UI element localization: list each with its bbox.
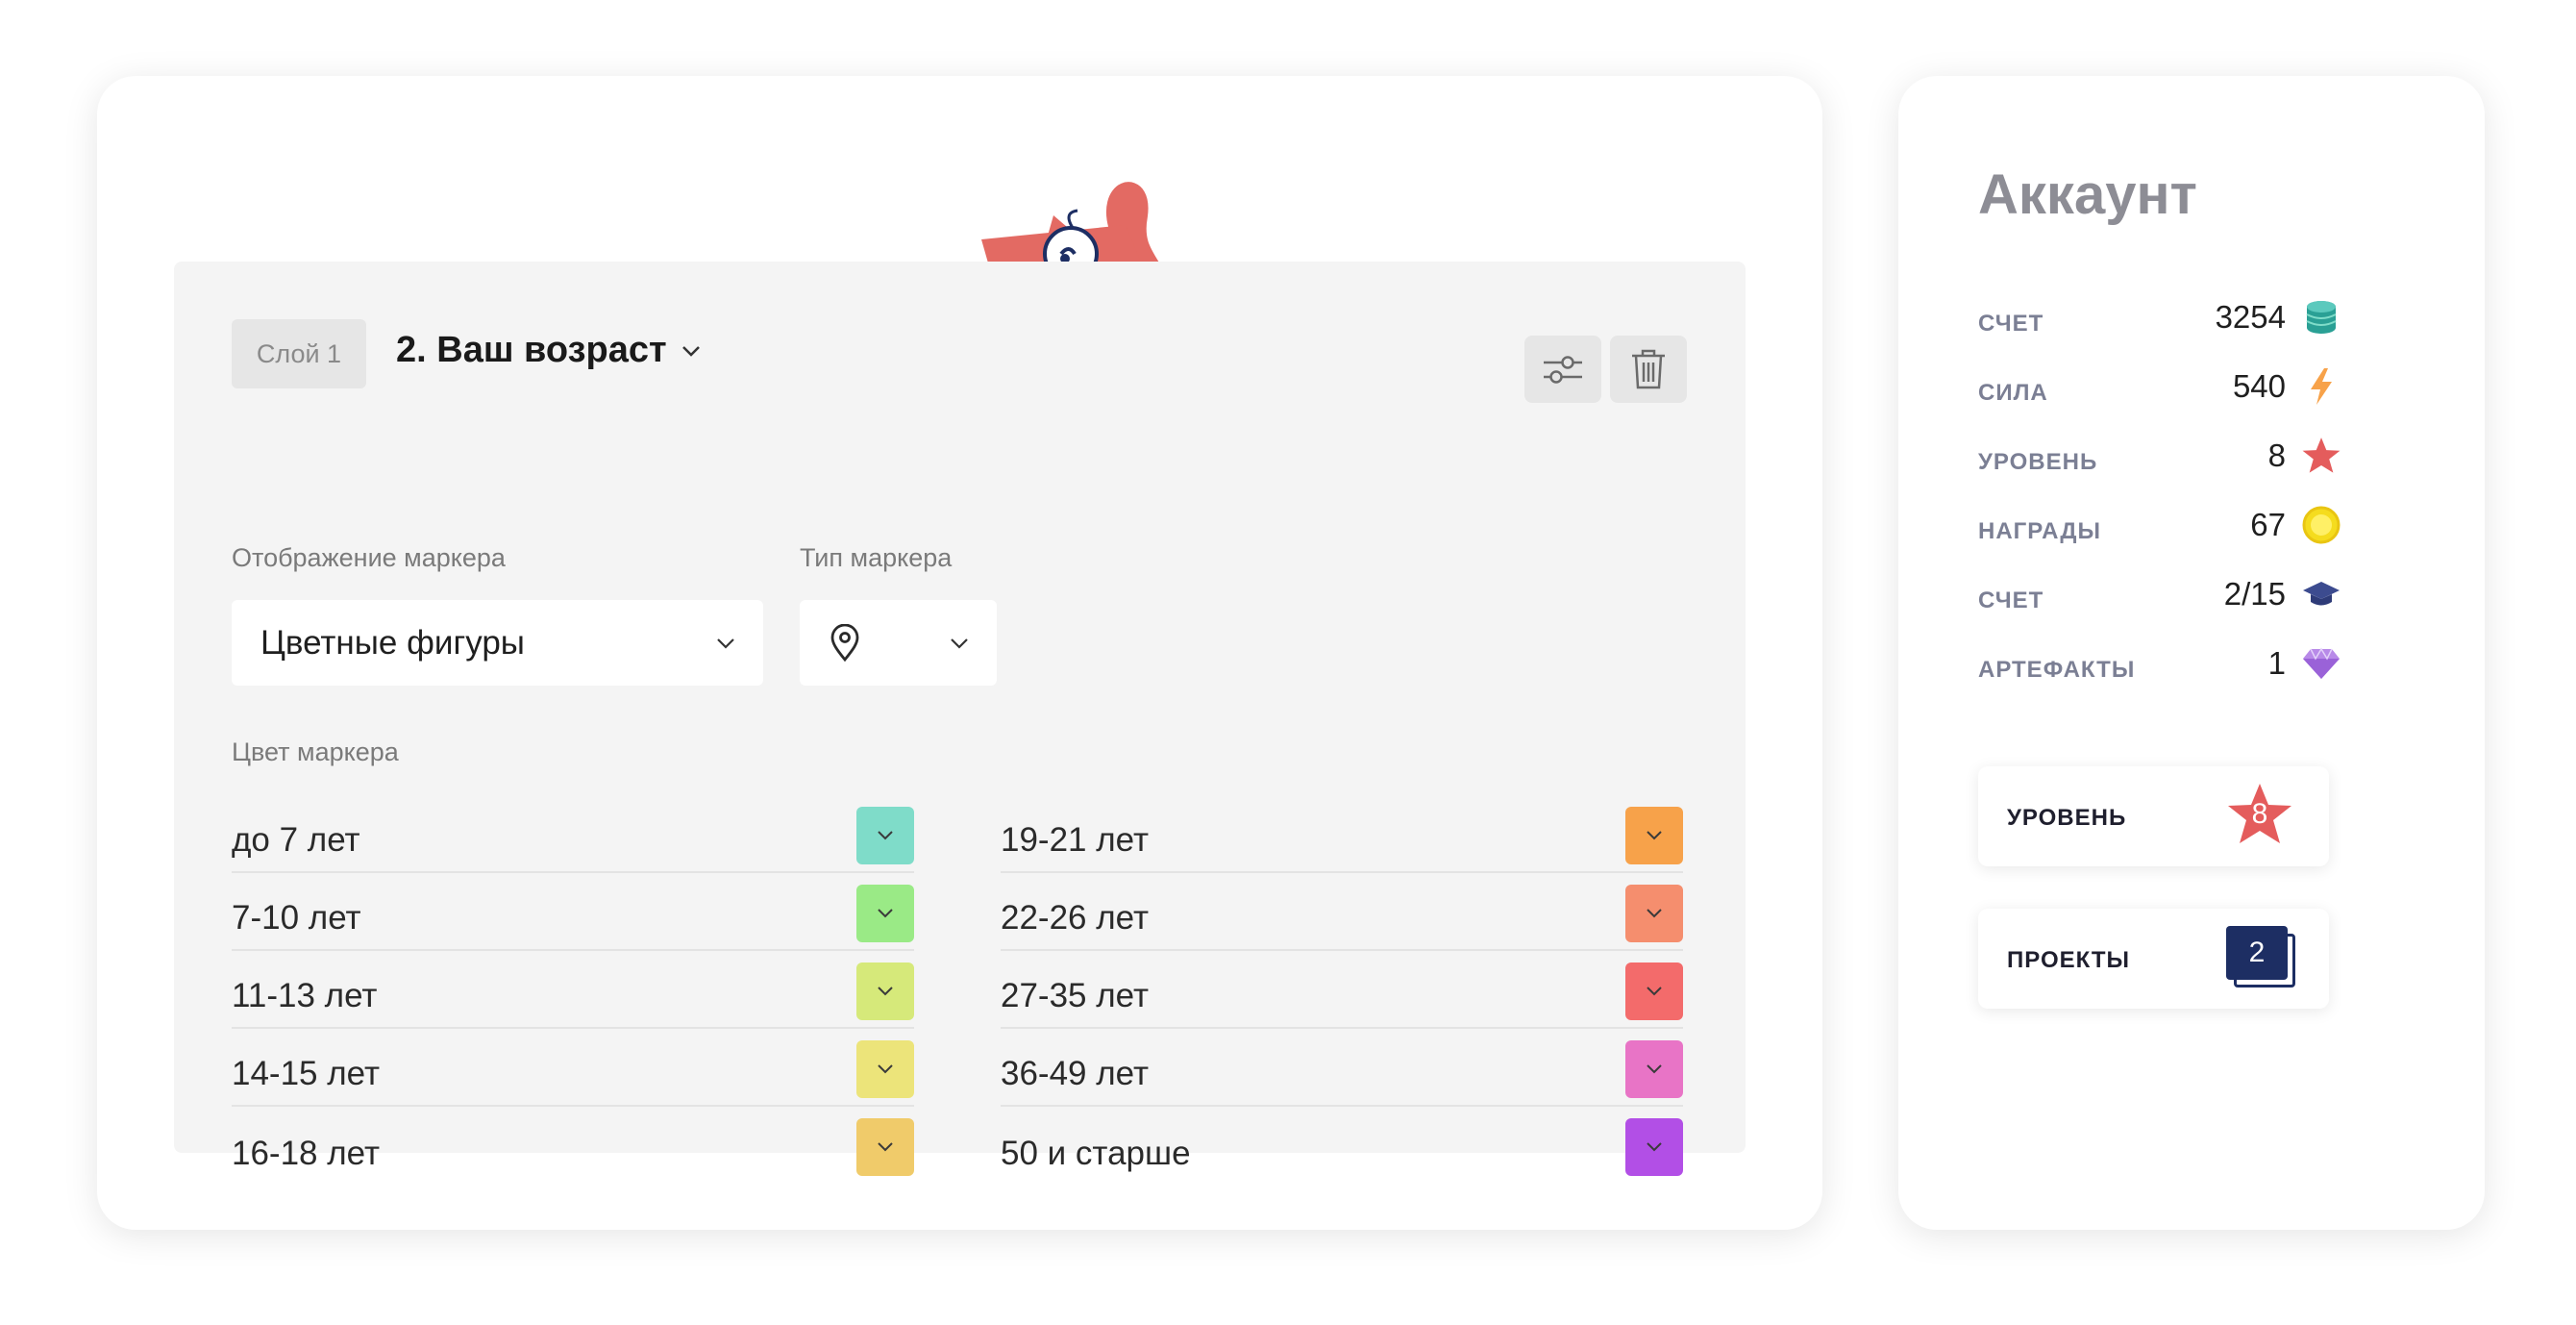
color-swatch-dropdown[interactable]: [1625, 1118, 1683, 1176]
projects-badge-value: 2: [2248, 937, 2266, 968]
color-swatch-dropdown[interactable]: [1625, 807, 1683, 864]
chevron-down-icon: [1647, 1142, 1662, 1152]
stat-value: 1: [2267, 645, 2286, 681]
age-color-list-right: 19-21 лет 22-26 лет 27-35 лет 36-49 лет 50 и…: [1001, 795, 1683, 1185]
color-swatch-dropdown[interactable]: [1625, 885, 1683, 942]
stat-label: СЧЕТ: [1978, 311, 2044, 337]
chevron-down-icon: [951, 638, 968, 649]
chevron-down-icon: [681, 345, 700, 357]
account-card: Аккаунт СЧЕТ 3254 СИЛА 540 УРОВЕНЬ 8 НАГРАДЫ 67…: [1898, 76, 2485, 1230]
marker-display-value: Цветные фигуры: [260, 623, 525, 662]
color-swatch-dropdown[interactable]: [856, 807, 914, 864]
stat-label: УРОВЕНЬ: [1978, 449, 2098, 475]
sliders-icon: [1544, 356, 1582, 384]
marker-type-select[interactable]: [800, 600, 997, 686]
age-color-row: до 7 лет: [232, 795, 914, 873]
stat-value: 2/15: [2223, 576, 2286, 612]
age-group-label: 16-18 лет: [232, 1135, 380, 1172]
chevron-down-icon: [1647, 909, 1662, 918]
coin-icon: [2299, 503, 2343, 547]
chevron-down-icon: [1647, 987, 1662, 996]
account-title: Аккаунт: [1978, 163, 2197, 226]
level-badge-label: УРОВЕНЬ: [2007, 805, 2127, 831]
age-color-row: 22-26 лет: [1001, 873, 1683, 951]
age-color-row: 16-18 лет: [232, 1107, 914, 1185]
marker-display-label: Отображение маркера: [232, 543, 506, 572]
color-swatch-dropdown[interactable]: [856, 1118, 914, 1176]
stat-label: СИЛА: [1978, 380, 2048, 406]
color-swatch-dropdown[interactable]: [1625, 1040, 1683, 1098]
map-pin-icon: [830, 623, 859, 662]
age-color-list-left: до 7 лет 7-10 лет 11-13 лет 14-15 лет 16-18 …: [232, 795, 914, 1185]
stat-label: АРТЕФАКТЫ: [1978, 657, 2136, 683]
color-swatch-dropdown[interactable]: [856, 1040, 914, 1098]
age-group-label: 27-35 лет: [1001, 977, 1149, 1014]
level-badge[interactable]: УРОВЕНЬ 8: [1978, 766, 2329, 866]
chevron-down-icon: [878, 831, 893, 840]
age-color-row: 14-15 лет: [232, 1029, 914, 1107]
chevron-down-icon: [1647, 831, 1662, 840]
age-group-label: 14-15 лет: [232, 1055, 380, 1092]
age-group-label: 19-21 лет: [1001, 821, 1149, 859]
chevron-down-icon: [878, 1064, 893, 1074]
stat-value: 3254: [2215, 299, 2286, 335]
chevron-down-icon: [1647, 1064, 1662, 1074]
graduation-cap-icon: [2299, 572, 2343, 616]
marker-color-label: Цвет маркера: [232, 738, 399, 766]
delete-button[interactable]: [1610, 336, 1687, 403]
chevron-down-icon: [717, 638, 734, 649]
color-swatch-dropdown[interactable]: [1625, 962, 1683, 1020]
color-swatch-dropdown[interactable]: [856, 962, 914, 1020]
age-color-row: 11-13 лет: [232, 951, 914, 1029]
stat-label: СЧЕТ: [1978, 588, 2044, 613]
layer-chip-label: Слой 1: [256, 338, 342, 368]
trash-icon: [1632, 349, 1665, 389]
age-group-label: 11-13 лет: [232, 977, 378, 1014]
age-color-row: 19-21 лет: [1001, 795, 1683, 873]
stat-value: 540: [2232, 368, 2286, 404]
account-stat-row: СЧЕТ 3254: [1978, 295, 2343, 343]
chevron-down-icon: [878, 909, 893, 918]
settings-button[interactable]: [1524, 336, 1601, 403]
projects-badge-label: ПРОЕКТЫ: [2007, 947, 2131, 973]
projects-count-box: 2: [2226, 926, 2288, 980]
stat-value: 67: [2250, 507, 2286, 542]
age-color-row: 50 и старше: [1001, 1107, 1683, 1185]
age-group-label: 22-26 лет: [1001, 899, 1149, 937]
star-icon: [2299, 434, 2343, 478]
account-stat-row: УРОВЕНЬ 8: [1978, 434, 2343, 482]
layer-title: 2. Ваш возраст: [396, 330, 667, 370]
layer-settings-card: Слой 1 2. Ваш возраст Отображение маркер…: [97, 76, 1822, 1230]
coins-icon: [2299, 295, 2343, 339]
diamond-icon: [2299, 641, 2343, 686]
account-stat-row: НАГРАДЫ 67: [1978, 503, 2343, 551]
lightning-icon: [2299, 364, 2343, 409]
chevron-down-icon: [878, 1142, 893, 1152]
age-color-row: 27-35 лет: [1001, 951, 1683, 1029]
layer-chip[interactable]: Слой 1: [232, 319, 366, 388]
age-group-label: 36-49 лет: [1001, 1055, 1149, 1092]
marker-display-select[interactable]: Цветные фигуры: [232, 600, 763, 686]
stat-value: 8: [2267, 438, 2286, 473]
age-color-row: 7-10 лет: [232, 873, 914, 951]
color-swatch-dropdown[interactable]: [856, 885, 914, 942]
account-stat-row: СЧЕТ 2/15: [1978, 572, 2343, 620]
level-badge-value: 8: [2251, 798, 2268, 830]
projects-badge[interactable]: ПРОЕКТЫ 2: [1978, 909, 2329, 1009]
chevron-down-icon: [878, 987, 893, 996]
age-color-row: 36-49 лет: [1001, 1029, 1683, 1107]
age-group-label: до 7 лет: [232, 821, 360, 859]
age-group-label: 50 и старше: [1001, 1135, 1191, 1172]
stat-label: НАГРАДЫ: [1978, 518, 2101, 544]
layer-title-dropdown[interactable]: 2. Ваш возраст: [396, 330, 702, 371]
marker-type-label: Тип маркера: [800, 543, 953, 572]
account-stat-row: АРТЕФАКТЫ 1: [1978, 641, 2343, 689]
account-stat-row: СИЛА 540: [1978, 364, 2343, 412]
layer-panel: Слой 1 2. Ваш возраст Отображение маркер…: [174, 262, 1746, 1176]
age-group-label: 7-10 лет: [232, 899, 361, 937]
